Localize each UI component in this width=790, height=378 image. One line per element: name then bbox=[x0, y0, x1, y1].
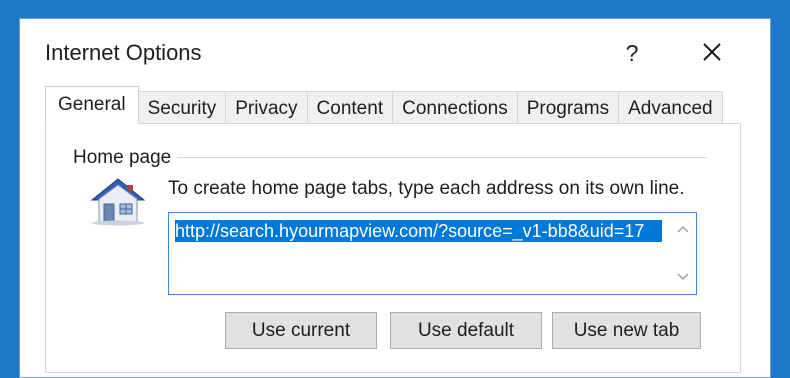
scroll-up-icon[interactable] bbox=[676, 223, 690, 237]
scroll-down-icon[interactable] bbox=[676, 269, 690, 283]
use-new-tab-button[interactable]: Use new tab bbox=[552, 312, 701, 349]
home-page-url-textarea[interactable]: http://search.hyourmapview.com/?source=_… bbox=[168, 212, 697, 295]
use-current-button[interactable]: Use current bbox=[225, 312, 377, 349]
tab-privacy[interactable]: Privacy bbox=[225, 91, 308, 124]
home-page-group-label: Home page bbox=[73, 147, 172, 168]
tab-content[interactable]: Content bbox=[306, 91, 394, 124]
tab-strip: General Security Privacy Content Connect… bbox=[45, 86, 723, 124]
house-icon bbox=[87, 176, 149, 226]
tab-security[interactable]: Security bbox=[137, 91, 227, 124]
close-button[interactable] bbox=[694, 34, 730, 70]
home-page-url-selected-text: http://search.hyourmapview.com/?source=_… bbox=[175, 220, 662, 242]
tab-general[interactable]: General bbox=[45, 86, 139, 124]
close-icon bbox=[703, 43, 721, 61]
use-default-button[interactable]: Use default bbox=[390, 312, 542, 349]
tab-programs[interactable]: Programs bbox=[516, 91, 620, 124]
tab-advanced[interactable]: Advanced bbox=[618, 91, 723, 124]
group-divider bbox=[177, 157, 707, 158]
home-page-instructions: To create home page tabs, type each addr… bbox=[168, 178, 685, 199]
tab-connections[interactable]: Connections bbox=[392, 91, 518, 124]
help-button[interactable]: ? bbox=[617, 36, 647, 70]
window-title: Internet Options bbox=[45, 40, 202, 65]
